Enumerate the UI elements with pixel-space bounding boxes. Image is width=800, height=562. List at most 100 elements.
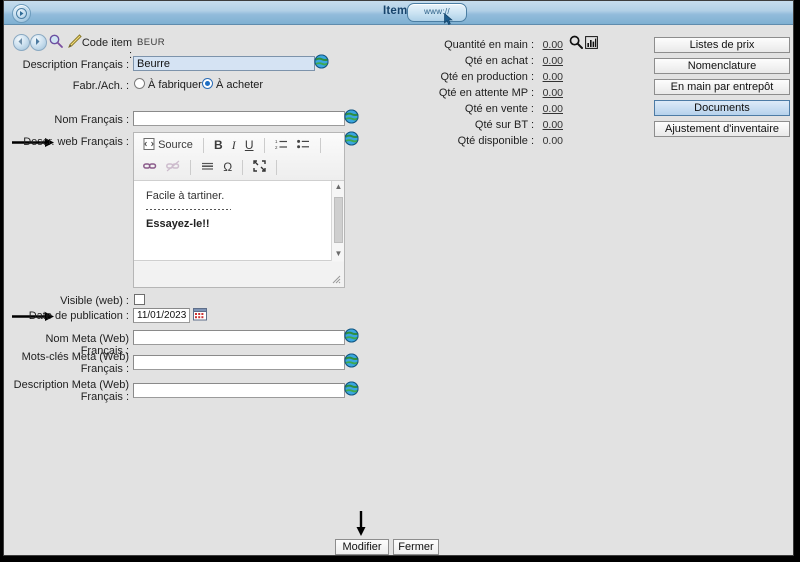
side-button-en-main-par-entrepot[interactable]: En main par entrepôt bbox=[654, 79, 790, 95]
unlink-icon bbox=[166, 160, 180, 172]
meta-description-label-line1: Description Meta (Web) bbox=[4, 379, 129, 391]
meta-description-input[interactable] bbox=[133, 383, 345, 398]
svg-text:1: 1 bbox=[275, 139, 278, 144]
editor-toolbar-row-1: Source B I U 1 2 bbox=[140, 135, 325, 157]
visible-web-checkbox[interactable] bbox=[134, 294, 145, 305]
globe-icon[interactable] bbox=[314, 54, 329, 69]
editor-content: Facile à tartiner. Essayez-le!! bbox=[146, 190, 326, 230]
quantity-label-0: Quantité en main : bbox=[404, 39, 534, 51]
globe-icon[interactable] bbox=[344, 353, 359, 368]
prev-record-button[interactable] bbox=[13, 34, 30, 51]
side-button-nomenclature[interactable]: Nomenclature bbox=[654, 58, 790, 74]
globe-icon[interactable] bbox=[344, 381, 359, 396]
quantity-label-2: Qté en production : bbox=[404, 71, 534, 83]
cursor-pointer-icon bbox=[444, 13, 455, 26]
quantity-value-3[interactable]: 0.00 bbox=[541, 87, 563, 99]
items-window: Items www:// Code item : BEUR Descriptio… bbox=[3, 0, 794, 556]
web-badge-label: www:// bbox=[408, 7, 466, 16]
unlink-button bbox=[163, 157, 183, 177]
date-publication-input[interactable] bbox=[133, 308, 190, 323]
scroll-down-icon[interactable]: ▼ bbox=[332, 248, 345, 261]
toolbar-separator bbox=[242, 160, 243, 175]
radio-a-fabriquer-label: À fabriquer bbox=[148, 79, 202, 91]
quantity-label-1: Qté en achat : bbox=[404, 55, 534, 67]
scroll-up-icon[interactable]: ▲ bbox=[332, 181, 345, 194]
hr-icon bbox=[201, 160, 214, 172]
editor-scrollbar[interactable]: ▲ ▼ bbox=[331, 181, 344, 261]
code-item-label: Code item : bbox=[80, 37, 132, 61]
link-button[interactable] bbox=[140, 157, 160, 177]
descr-web-label: Descr. web Français : bbox=[14, 136, 129, 148]
quantity-value-2[interactable]: 0.00 bbox=[541, 71, 563, 83]
source-icon bbox=[143, 138, 155, 150]
meta-description-label-line2: Français : bbox=[4, 391, 129, 403]
quantity-value-5[interactable]: 0.00 bbox=[541, 119, 563, 131]
quantity-value-1[interactable]: 0.00 bbox=[541, 55, 563, 67]
radio-a-fabriquer[interactable] bbox=[134, 78, 145, 89]
editor-footer bbox=[134, 262, 344, 287]
side-button-ajustement-inventaire[interactable]: Ajustement d'inventaire bbox=[654, 121, 790, 137]
quantity-value-6: 0.00 bbox=[541, 135, 563, 147]
list-ul-icon bbox=[297, 138, 310, 150]
bold-button[interactable]: B bbox=[211, 135, 226, 155]
web-badge[interactable]: www:// bbox=[407, 3, 467, 22]
list-ol-icon: 1 2 bbox=[275, 138, 288, 150]
radio-a-acheter-label: À acheter bbox=[216, 79, 263, 91]
date-publication-label: Date de publication : bbox=[14, 310, 129, 322]
editor-horizontal-rule bbox=[146, 209, 231, 210]
maximize-icon bbox=[253, 160, 266, 172]
editor-toolbar: Source B I U 1 2 bbox=[134, 133, 344, 181]
description-label: Description Français : bbox=[14, 59, 129, 71]
source-button[interactable]: Source bbox=[140, 135, 196, 155]
quantity-label-6: Qté disponible : bbox=[404, 135, 534, 147]
quantity-value-4[interactable]: 0.00 bbox=[541, 103, 563, 115]
side-button-listes-de-prix[interactable]: Listes de prix bbox=[654, 37, 790, 53]
circle-arrow-left-icon bbox=[14, 35, 27, 48]
toolbar-separator bbox=[320, 138, 321, 153]
quantity-label-4: Qté en vente : bbox=[404, 103, 534, 115]
meta-keywords-input[interactable] bbox=[133, 355, 345, 370]
fabrication-label: Fabr./Ach. : bbox=[14, 80, 129, 92]
radio-a-acheter[interactable] bbox=[202, 78, 213, 89]
numbered-list-button[interactable]: 1 2 bbox=[272, 135, 291, 155]
globe-icon[interactable] bbox=[344, 328, 359, 343]
quantity-value-0[interactable]: 0.00 bbox=[541, 39, 563, 51]
meta-keywords-label-line1: Mots-clés Meta (Web) bbox=[4, 351, 129, 363]
toolbar-separator bbox=[190, 160, 191, 175]
bar-chart-icon[interactable] bbox=[585, 36, 598, 49]
next-record-button[interactable] bbox=[30, 34, 47, 51]
editor-content-area[interactable]: Facile à tartiner. Essayez-le!! bbox=[134, 181, 344, 261]
window-titlebar: Items www:// bbox=[4, 1, 793, 25]
nom-francais-input[interactable] bbox=[133, 111, 345, 126]
meta-nom-input[interactable] bbox=[133, 330, 345, 345]
annotation-arrow-modifier bbox=[356, 511, 366, 536]
quantity-label-3: Qté en attente MP : bbox=[404, 87, 534, 99]
globe-icon[interactable] bbox=[344, 131, 359, 146]
underline-button[interactable]: U bbox=[242, 135, 257, 155]
magnifier-icon[interactable] bbox=[569, 35, 583, 49]
visible-web-label: Visible (web) : bbox=[14, 295, 129, 307]
toolbar-separator bbox=[264, 138, 265, 153]
calendar-icon[interactable] bbox=[193, 307, 207, 321]
quantity-label-5: Qté sur BT : bbox=[404, 119, 534, 131]
code-item-value: BEUR bbox=[137, 37, 165, 48]
italic-button[interactable]: I bbox=[229, 135, 239, 155]
resize-grip-icon[interactable] bbox=[332, 275, 341, 284]
meta-keywords-label-line2: Français : bbox=[4, 363, 129, 375]
bulleted-list-button[interactable] bbox=[294, 135, 313, 155]
maximize-button[interactable] bbox=[250, 157, 269, 177]
globe-icon[interactable] bbox=[344, 109, 359, 124]
modifier-button[interactable]: Modifier bbox=[335, 539, 389, 555]
scrollbar-thumb[interactable] bbox=[334, 197, 343, 243]
horizontal-rule-button[interactable] bbox=[198, 157, 217, 177]
magnifier-icon[interactable] bbox=[48, 33, 64, 49]
window-title: Items bbox=[4, 5, 793, 17]
fermer-button[interactable]: Fermer bbox=[393, 539, 439, 555]
link-icon bbox=[143, 160, 157, 172]
editor-text-line-2: Essayez-le!! bbox=[146, 218, 326, 230]
description-input[interactable] bbox=[133, 56, 315, 71]
circle-arrow-right-icon bbox=[31, 35, 44, 48]
side-button-documents[interactable]: Documents bbox=[654, 100, 790, 116]
special-char-button[interactable]: Ω bbox=[220, 157, 235, 177]
rich-text-editor[interactable]: Source B I U 1 2 bbox=[133, 132, 345, 288]
